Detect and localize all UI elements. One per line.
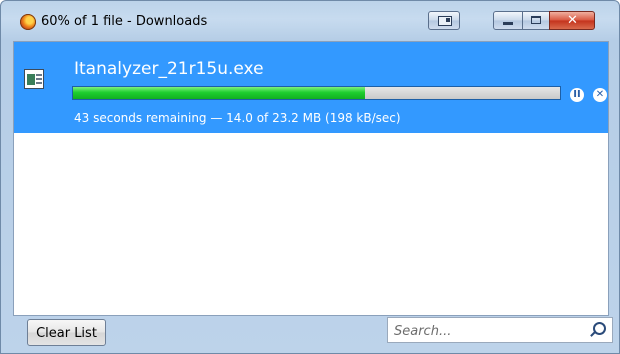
cancel-icon[interactable]: ✕ [593, 88, 607, 102]
pause-icon[interactable]: II [570, 88, 584, 102]
close-icon: ✕ [567, 13, 578, 28]
restore-size-icon [438, 16, 452, 26]
maximize-icon [531, 16, 541, 24]
search-box[interactable] [387, 317, 613, 343]
download-file-name: Itanalyzer_21r15u.exe [74, 59, 264, 79]
file-icon [24, 69, 44, 89]
download-item[interactable]: Itanalyzer_21r15u.exe 43 seconds remaini… [14, 42, 608, 133]
minimize-button[interactable] [493, 11, 523, 30]
download-progress-bar [72, 86, 561, 100]
maximize-button[interactable] [522, 11, 550, 30]
close-window-button[interactable]: ✕ [549, 11, 595, 30]
download-progress-fill [73, 87, 365, 99]
title-bar[interactable]: 60% of 1 file - Downloads ✕ [1, 1, 619, 41]
downloads-list[interactable]: Itanalyzer_21r15u.exe 43 seconds remaini… [13, 41, 609, 316]
search-input[interactable] [392, 320, 586, 342]
firefox-icon [20, 14, 36, 30]
restore-size-button[interactable] [428, 11, 460, 30]
downloads-window: 60% of 1 file - Downloads ✕ Itanalyzer_2… [0, 0, 620, 354]
search-icon[interactable] [593, 322, 606, 335]
download-status: 43 seconds remaining — 14.0 of 23.2 MB (… [74, 111, 401, 125]
clear-list-button[interactable]: Clear List [27, 319, 106, 346]
window-title: 60% of 1 file - Downloads [41, 14, 208, 29]
minimize-icon [503, 22, 513, 25]
